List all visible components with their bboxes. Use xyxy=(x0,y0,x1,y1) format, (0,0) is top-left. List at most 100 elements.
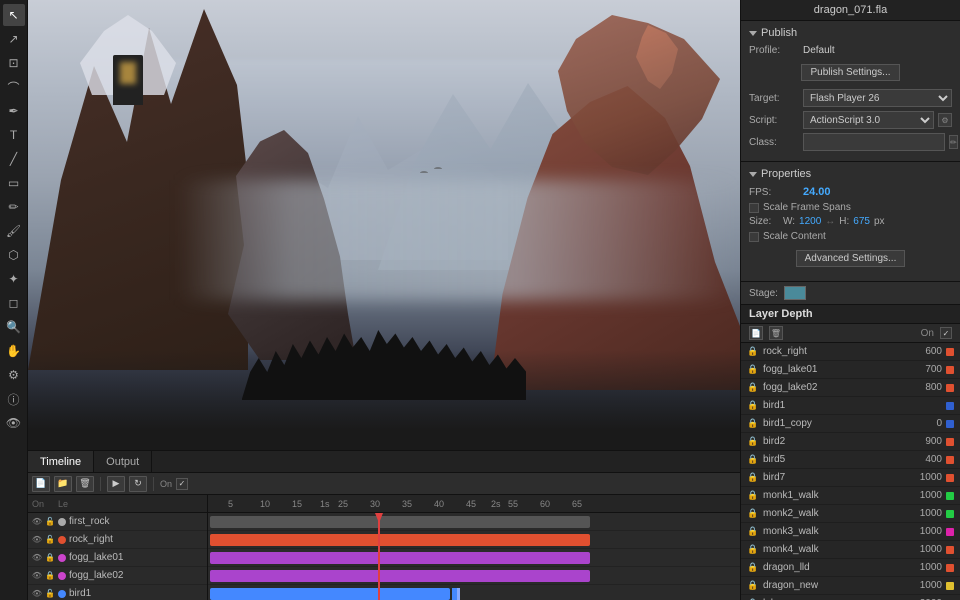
depth-layer-value[interactable]: 700 xyxy=(904,364,942,375)
layer-row-fogg-lake02[interactable]: 👁 🔒 fogg_lake02 xyxy=(28,567,207,585)
subselection-tool[interactable]: ↗ xyxy=(3,28,25,50)
new-folder-btn[interactable]: 📁 xyxy=(54,476,72,492)
depth-row-fogg_lake01[interactable]: 🔒 fogg_lake01 700 xyxy=(741,361,960,379)
layer-row-bird1[interactable]: 👁 🔓 bird1 xyxy=(28,585,207,600)
loop-btn[interactable]: ↻ xyxy=(129,476,147,492)
lasso-tool[interactable]: ⌒ xyxy=(3,76,25,98)
info-icon[interactable]: ⓘ xyxy=(3,388,25,410)
layer-panel: On Le 👁 🔓 first_rock 👁 🔓 rock_right 👁 xyxy=(28,495,208,600)
camera-icon[interactable]: 👁 xyxy=(3,412,25,434)
depth-row-dragon_new[interactable]: 🔒 dragon_new 1000 xyxy=(741,577,960,595)
eraser-tool[interactable]: ◻ xyxy=(3,292,25,314)
collapse-icon[interactable] xyxy=(749,31,757,36)
timeline-area: Timeline Output 📄 📁 🗑 ▶ ↻ On ✓ On Le 👁 xyxy=(28,450,740,600)
depth-row-monk2_walk[interactable]: 🔒 monk2_walk 1000 xyxy=(741,505,960,523)
class-input[interactable] xyxy=(803,133,945,151)
layer-depth-new-btn[interactable]: 📄 xyxy=(749,326,763,340)
lock-icon[interactable]: 🔒 xyxy=(45,553,55,563)
depth-layer-value[interactable]: 900 xyxy=(904,436,942,447)
depth-layer-value[interactable]: 1000 xyxy=(904,490,942,501)
line-tool[interactable]: ╱ xyxy=(3,148,25,170)
layer-depth-delete-btn[interactable]: 🗑 xyxy=(769,326,783,340)
free-transform-tool[interactable]: ⊡ xyxy=(3,52,25,74)
frame-tick: 15 xyxy=(292,495,302,512)
eye-icon[interactable]: 👁 xyxy=(32,535,42,545)
script-settings-btn[interactable]: ⚙ xyxy=(938,113,952,127)
layer-row-first-rock[interactable]: 👁 🔓 first_rock xyxy=(28,513,207,531)
paint-bucket-tool[interactable]: ⬡ xyxy=(3,244,25,266)
eye-icon[interactable]: 👁 xyxy=(32,589,42,599)
lock-icon[interactable]: 🔓 xyxy=(45,535,55,545)
stage-color-swatch[interactable] xyxy=(784,286,806,300)
scale-frame-spans-checkbox[interactable] xyxy=(749,203,759,213)
text-tool[interactable]: T xyxy=(3,124,25,146)
depth-layer-value[interactable]: 1000 xyxy=(904,472,942,483)
frames-panel[interactable]: 5 10 15 1s 25 30 35 40 45 2s 55 60 65 xyxy=(208,495,740,600)
depth-layer-value[interactable]: 0 xyxy=(904,418,942,429)
layer-icon: 🔒 xyxy=(747,364,759,375)
new-layer-btn[interactable]: 📄 xyxy=(32,476,50,492)
lock-icon[interactable]: 🔒 xyxy=(45,571,55,581)
depth-layer-value[interactable]: 800 xyxy=(904,382,942,393)
pencil-tool[interactable]: ✏ xyxy=(3,196,25,218)
depth-row-monk3_walk[interactable]: 🔒 monk3_walk 1000 xyxy=(741,523,960,541)
target-select[interactable]: Flash Player 26 xyxy=(803,89,952,107)
depth-row-lake[interactable]: 🔒 lake 2000 xyxy=(741,595,960,600)
collapse-icon[interactable] xyxy=(749,172,757,177)
depth-row-fogg_lake02[interactable]: 🔒 fogg_lake02 800 xyxy=(741,379,960,397)
eyedropper-tool[interactable]: ✦ xyxy=(3,268,25,290)
scale-content-checkbox[interactable] xyxy=(749,232,759,242)
depth-row-bird1[interactable]: 🔒 bird1 xyxy=(741,397,960,415)
class-edit-btn[interactable]: ✏ xyxy=(949,135,958,149)
depth-layer-value[interactable]: 1000 xyxy=(904,562,942,573)
rectangle-tool[interactable]: ▭ xyxy=(3,172,25,194)
properties-label: Properties xyxy=(761,168,811,180)
depth-layer-value[interactable]: 400 xyxy=(904,454,942,465)
pen-tool[interactable]: ✒ xyxy=(3,100,25,122)
eye-icon[interactable]: 👁 xyxy=(32,571,42,581)
depth-row-bird5[interactable]: 🔒 bird5 400 xyxy=(741,451,960,469)
depth-row-monk4_walk[interactable]: 🔒 monk4_walk 1000 xyxy=(741,541,960,559)
frame-row-rock-right xyxy=(208,531,740,549)
depth-layer-value[interactable]: 600 xyxy=(904,346,942,357)
depth-layer-value[interactable]: 1000 xyxy=(904,526,942,537)
on-toggle-depth[interactable]: ✓ xyxy=(940,327,952,339)
tab-output[interactable]: Output xyxy=(94,451,152,472)
eye-icon[interactable]: 👁 xyxy=(32,517,42,527)
lock-icon[interactable]: 🔓 xyxy=(45,517,55,527)
layer-row-fogg-lake01[interactable]: 👁 🔒 fogg_lake01 xyxy=(28,549,207,567)
publish-settings-btn[interactable]: Publish Settings... xyxy=(801,64,899,81)
depth-row-bird2[interactable]: 🔒 bird2 900 xyxy=(741,433,960,451)
brush-tool[interactable]: 🖌 xyxy=(3,220,25,242)
delete-layer-btn[interactable]: 🗑 xyxy=(76,476,94,492)
depth-row-bird1_copy[interactable]: 🔒 bird1_copy 0 xyxy=(741,415,960,433)
play-btn[interactable]: ▶ xyxy=(107,476,125,492)
eye-icon[interactable]: 👁 xyxy=(32,553,42,563)
width-value[interactable]: 1200 xyxy=(799,216,821,227)
depth-layer-value[interactable]: 1000 xyxy=(904,580,942,591)
depth-row-rock_right[interactable]: 🔒 rock_right 600 xyxy=(741,343,960,361)
depth-row-dragon_lld[interactable]: 🔒 dragon_lld 1000 xyxy=(741,559,960,577)
depth-row-bird7[interactable]: 🔒 bird7 1000 xyxy=(741,469,960,487)
selection-tool[interactable]: ↖ xyxy=(3,4,25,26)
hand-tool[interactable]: ✋ xyxy=(3,340,25,362)
depth-row-monk1_walk[interactable]: 🔒 monk1_walk 1000 xyxy=(741,487,960,505)
layer-row-rock-right[interactable]: 👁 🔓 rock_right xyxy=(28,531,207,549)
frames-header: 5 10 15 1s 25 30 35 40 45 2s 55 60 65 xyxy=(208,495,740,513)
on-toggle[interactable]: ✓ xyxy=(176,478,188,490)
canvas-area[interactable] xyxy=(28,0,740,450)
zoom-tool[interactable]: 🔍 xyxy=(3,316,25,338)
playhead[interactable] xyxy=(378,513,380,600)
tab-timeline[interactable]: Timeline xyxy=(28,451,94,472)
depth-layer-value[interactable]: 1000 xyxy=(904,544,942,555)
depth-layer-value[interactable]: 1000 xyxy=(904,508,942,519)
properties-icon[interactable]: ⚙ xyxy=(3,364,25,386)
depth-layer-name: dragon_new xyxy=(763,580,900,591)
fps-value[interactable]: 24.00 xyxy=(803,186,831,198)
script-select[interactable]: ActionScript 3.0 xyxy=(803,111,934,129)
depth-layer-name: bird1_copy xyxy=(763,418,900,429)
depth-layer-name: monk1_walk xyxy=(763,490,900,501)
height-value[interactable]: 675 xyxy=(853,216,870,227)
lock-icon[interactable]: 🔓 xyxy=(45,589,55,599)
advanced-settings-btn[interactable]: Advanced Settings... xyxy=(796,250,906,267)
